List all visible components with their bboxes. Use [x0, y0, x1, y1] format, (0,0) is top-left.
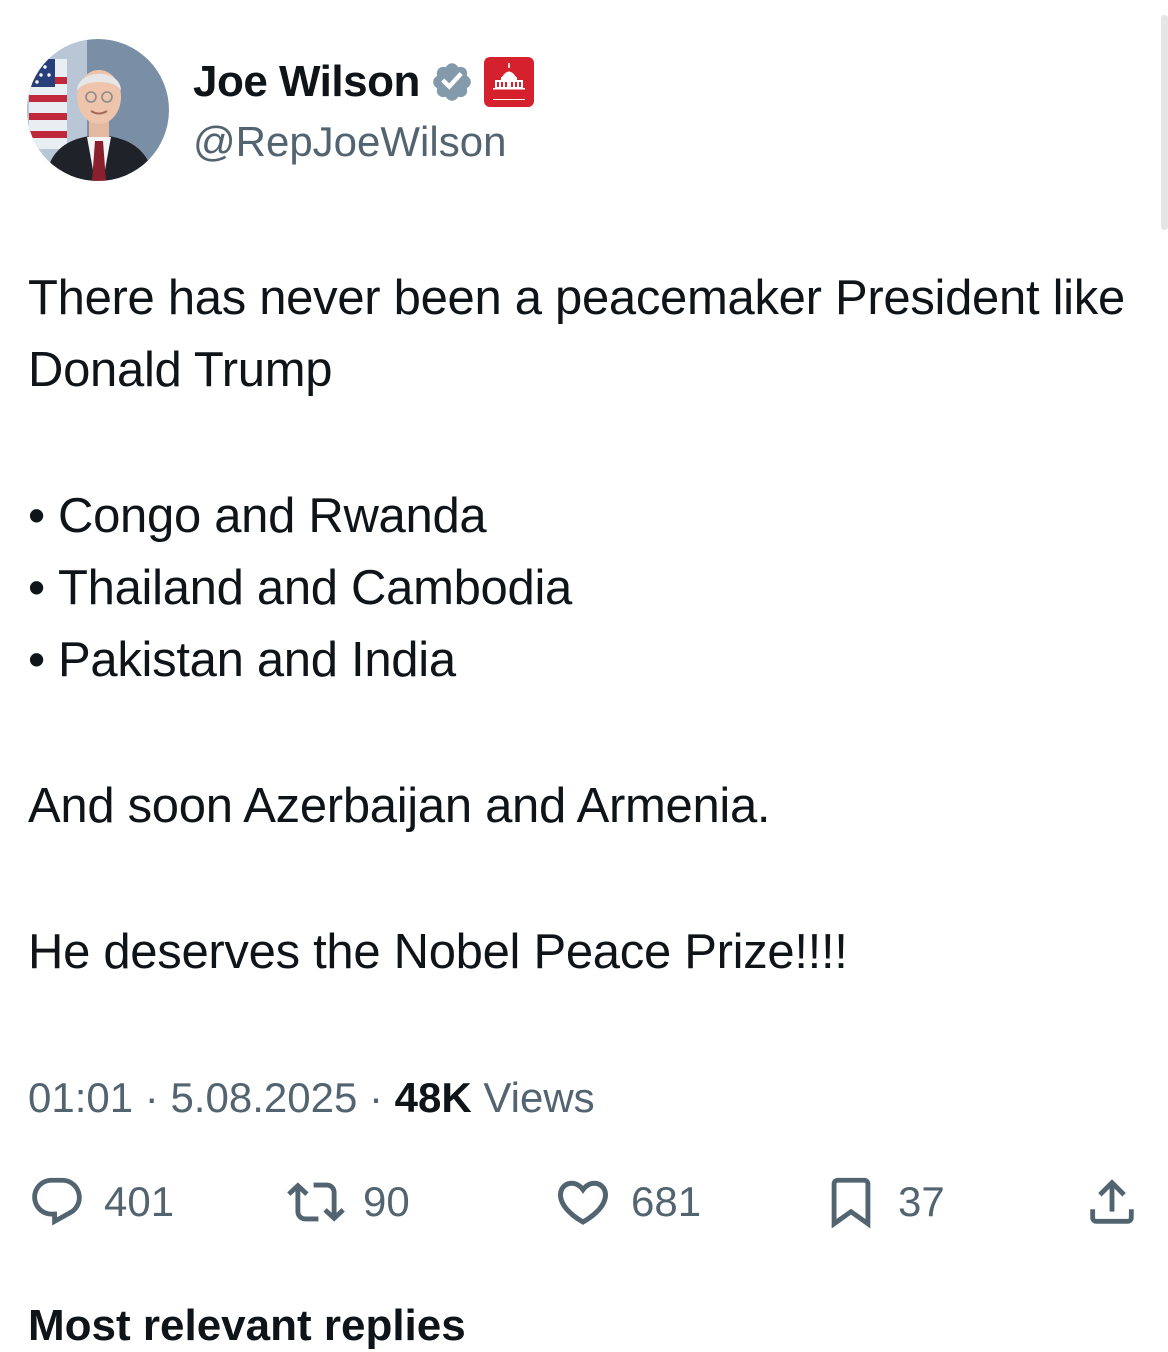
- house-gop-badge-icon[interactable]: [483, 57, 534, 107]
- bookmark-count: 37: [898, 1178, 945, 1225]
- bullet-marker: •: [28, 561, 45, 615]
- bookmark-icon: [831, 1177, 871, 1229]
- tweet-metadata: 01:01 · 5.08.2025 · 48K Views: [28, 1072, 595, 1124]
- meta-separator: ·: [368, 1074, 383, 1121]
- author-avatar[interactable]: [27, 39, 169, 181]
- tweet-time[interactable]: 01:01: [28, 1074, 133, 1121]
- bullet-text: Thailand and Cambodia: [58, 561, 572, 615]
- bullet-item: • Pakistan and India: [28, 624, 1153, 696]
- tweet-line-3: He deserves the Nobel Peace Prize!!!!: [28, 925, 848, 979]
- author-display-name[interactable]: Joe Wilson: [193, 54, 420, 110]
- tweet-intro: There has never been a peacemaker Presid…: [28, 271, 1125, 397]
- person-portrait-icon: [27, 39, 169, 181]
- repost-button[interactable]: 90: [287, 1170, 410, 1234]
- share-button[interactable]: [1083, 1170, 1141, 1234]
- bullet-item: • Congo and Rwanda: [28, 480, 1153, 552]
- reply-icon: [32, 1177, 82, 1226]
- tweet-line-2: And soon Azerbaijan and Armenia.: [28, 779, 771, 833]
- next-section-heading: Most relevant replies: [28, 1301, 466, 1350]
- like-count: 681: [631, 1178, 702, 1225]
- reply-button[interactable]: 401: [28, 1170, 174, 1234]
- bullet-item: • Thailand and Cambodia: [28, 552, 1153, 624]
- tweet-date[interactable]: 5.08.2025: [170, 1074, 357, 1121]
- bullet-text: Pakistan and India: [58, 633, 456, 687]
- share-icon: [1090, 1179, 1134, 1224]
- verified-icon[interactable]: [430, 60, 474, 104]
- views-label[interactable]: Views: [483, 1074, 594, 1121]
- bookmark-button[interactable]: 37: [822, 1170, 945, 1234]
- bullet-marker: •: [28, 489, 45, 543]
- repost-icon: [287, 1182, 345, 1222]
- reply-count: 401: [104, 1178, 175, 1225]
- bullet-marker: •: [28, 633, 45, 687]
- tweet-action-bar: 401 90 681 37: [0, 1170, 1168, 1234]
- heart-icon: [557, 1180, 609, 1225]
- tweet-bullet-list: • Congo and Rwanda • Thailand and Cambodia…: [28, 480, 1153, 696]
- repost-count: 90: [363, 1178, 410, 1225]
- scrollbar[interactable]: [1161, 15, 1168, 230]
- views-count[interactable]: 48K: [395, 1074, 472, 1121]
- bullet-text: Congo and Rwanda: [58, 489, 487, 543]
- author-name-row: Joe Wilson: [193, 54, 534, 110]
- meta-separator: ·: [144, 1074, 159, 1121]
- author-handle[interactable]: @RepJoeWilson: [193, 116, 506, 168]
- tweet-text: There has never been a peacemaker Presid…: [28, 262, 1153, 988]
- like-button[interactable]: 681: [553, 1170, 701, 1234]
